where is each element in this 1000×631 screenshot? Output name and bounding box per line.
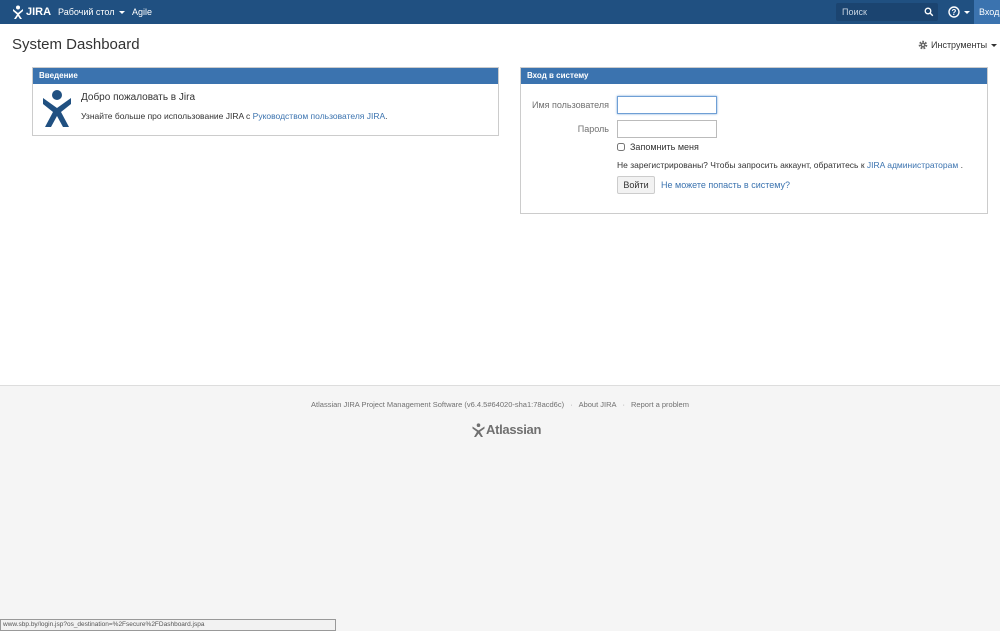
search-input[interactable] (836, 3, 920, 21)
login-button[interactable]: Войти (617, 176, 655, 194)
login-gadget-heading: Вход в систему (521, 68, 987, 84)
svg-text:?: ? (952, 8, 957, 17)
footer-links: Atlassian JIRA Project Management Softwa… (0, 400, 1000, 409)
username-field[interactable] (617, 96, 717, 114)
quick-search (836, 3, 938, 21)
login-link[interactable]: Вход (974, 0, 1000, 24)
footer-about-link[interactable]: About JIRA (579, 400, 617, 409)
login-gadget: Вход в систему Имя пользователя Пароль З… (520, 67, 988, 214)
chevron-down-icon (118, 11, 125, 15)
browser-status-bar: www.sbp.by/login.jsp?os_destination=%2Fs… (0, 619, 336, 631)
not-registered-text: Не зарегистрированы? Чтобы запросить акк… (617, 160, 963, 170)
atlassian-logo-text: Atlassian (486, 422, 542, 437)
intro-gadget-heading: Введение (33, 68, 498, 84)
password-label: Пароль (577, 124, 609, 134)
chevron-down-icon (991, 43, 998, 47)
nav-dashboards[interactable]: Рабочий стол (58, 0, 125, 24)
forgot-login-link[interactable]: Не можете попасть в систему? (661, 180, 790, 190)
jira-logo[interactable]: JIRA (12, 5, 51, 19)
intro-gadget: Введение Добро пожаловать в Jira Узнайте… (32, 67, 499, 136)
nav-agile[interactable]: Agile (132, 0, 152, 24)
welcome-text: Узнайте больше про использование JIRA с … (81, 111, 388, 121)
nav-agile-label: Agile (132, 7, 153, 17)
not-registered-start: Не зарегистрированы? Чтобы запросить акк… (617, 160, 867, 170)
gear-icon (918, 40, 928, 50)
help-menu[interactable]: ? (948, 5, 970, 19)
logo-text: JIRA (26, 6, 52, 18)
footer-separator: · (570, 400, 573, 409)
jira-mascot-icon (43, 90, 71, 127)
tools-label: Инструменты (931, 40, 988, 50)
remember-me-checkbox[interactable] (617, 143, 625, 151)
top-navigation: JIRA Рабочий стол Agile ? Вход (0, 0, 1000, 24)
footer: Atlassian JIRA Project Management Softwa… (0, 385, 1000, 631)
footer-report-link[interactable]: Report a problem (631, 400, 689, 409)
jira-logo-icon (13, 5, 23, 19)
tools-menu[interactable]: Инструменты (918, 40, 998, 50)
remember-me-label: Запомнить меня (630, 142, 699, 152)
welcome-title: Добро пожаловать в Jira (81, 92, 196, 103)
help-icon: ? (948, 6, 960, 18)
page-title: System Dashboard (12, 36, 140, 53)
footer-separator: · (622, 400, 626, 409)
search-icon[interactable] (924, 7, 934, 17)
chevron-down-icon (964, 10, 970, 14)
atlassian-logo[interactable]: Atlassian (472, 422, 541, 437)
user-guide-link[interactable]: Руководством пользователя JIRA (253, 111, 386, 121)
password-field[interactable] (617, 120, 717, 138)
welcome-text-end: . (385, 111, 388, 121)
nav-dashboards-label: Рабочий стол (58, 7, 115, 17)
not-registered-end: . (958, 160, 963, 170)
username-label: Имя пользователя (531, 100, 609, 110)
footer-version[interactable]: Atlassian JIRA Project Management Softwa… (311, 400, 564, 409)
admins-link[interactable]: JIRA администраторам (867, 160, 958, 170)
atlassian-logo-icon (472, 422, 485, 437)
remember-me: Запомнить меня (617, 142, 699, 152)
welcome-text-start: Узнайте больше про использование JIRA с (81, 111, 253, 121)
